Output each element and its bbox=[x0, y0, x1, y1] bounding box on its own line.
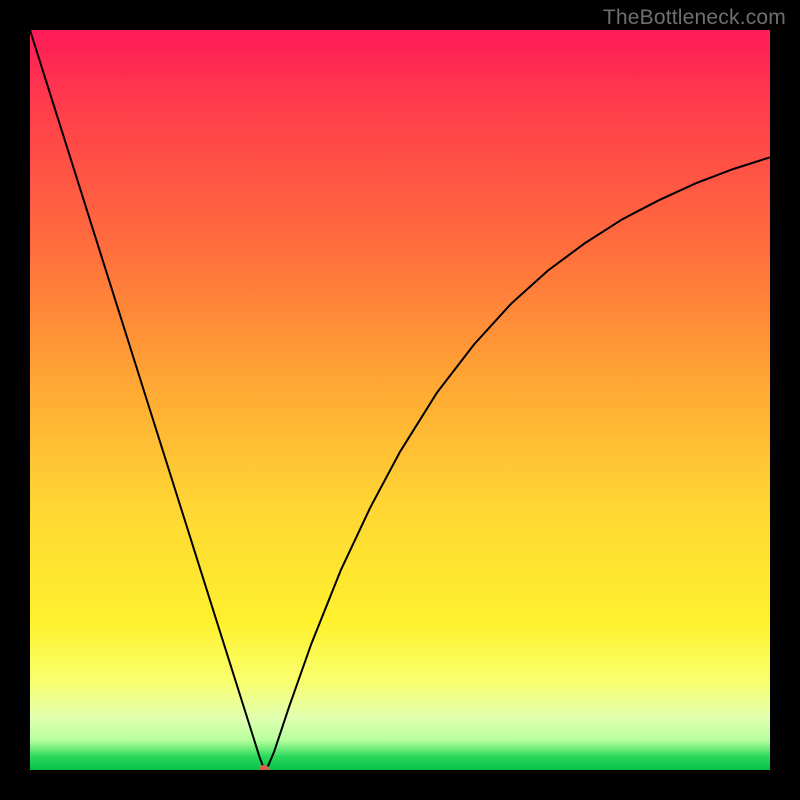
minimum-marker bbox=[259, 765, 269, 770]
curve-path bbox=[30, 30, 770, 769]
watermark-text: TheBottleneck.com bbox=[603, 6, 786, 30]
bottleneck-curve bbox=[30, 30, 770, 770]
chart-frame: TheBottleneck.com bbox=[0, 0, 800, 800]
plot-area bbox=[30, 30, 770, 770]
